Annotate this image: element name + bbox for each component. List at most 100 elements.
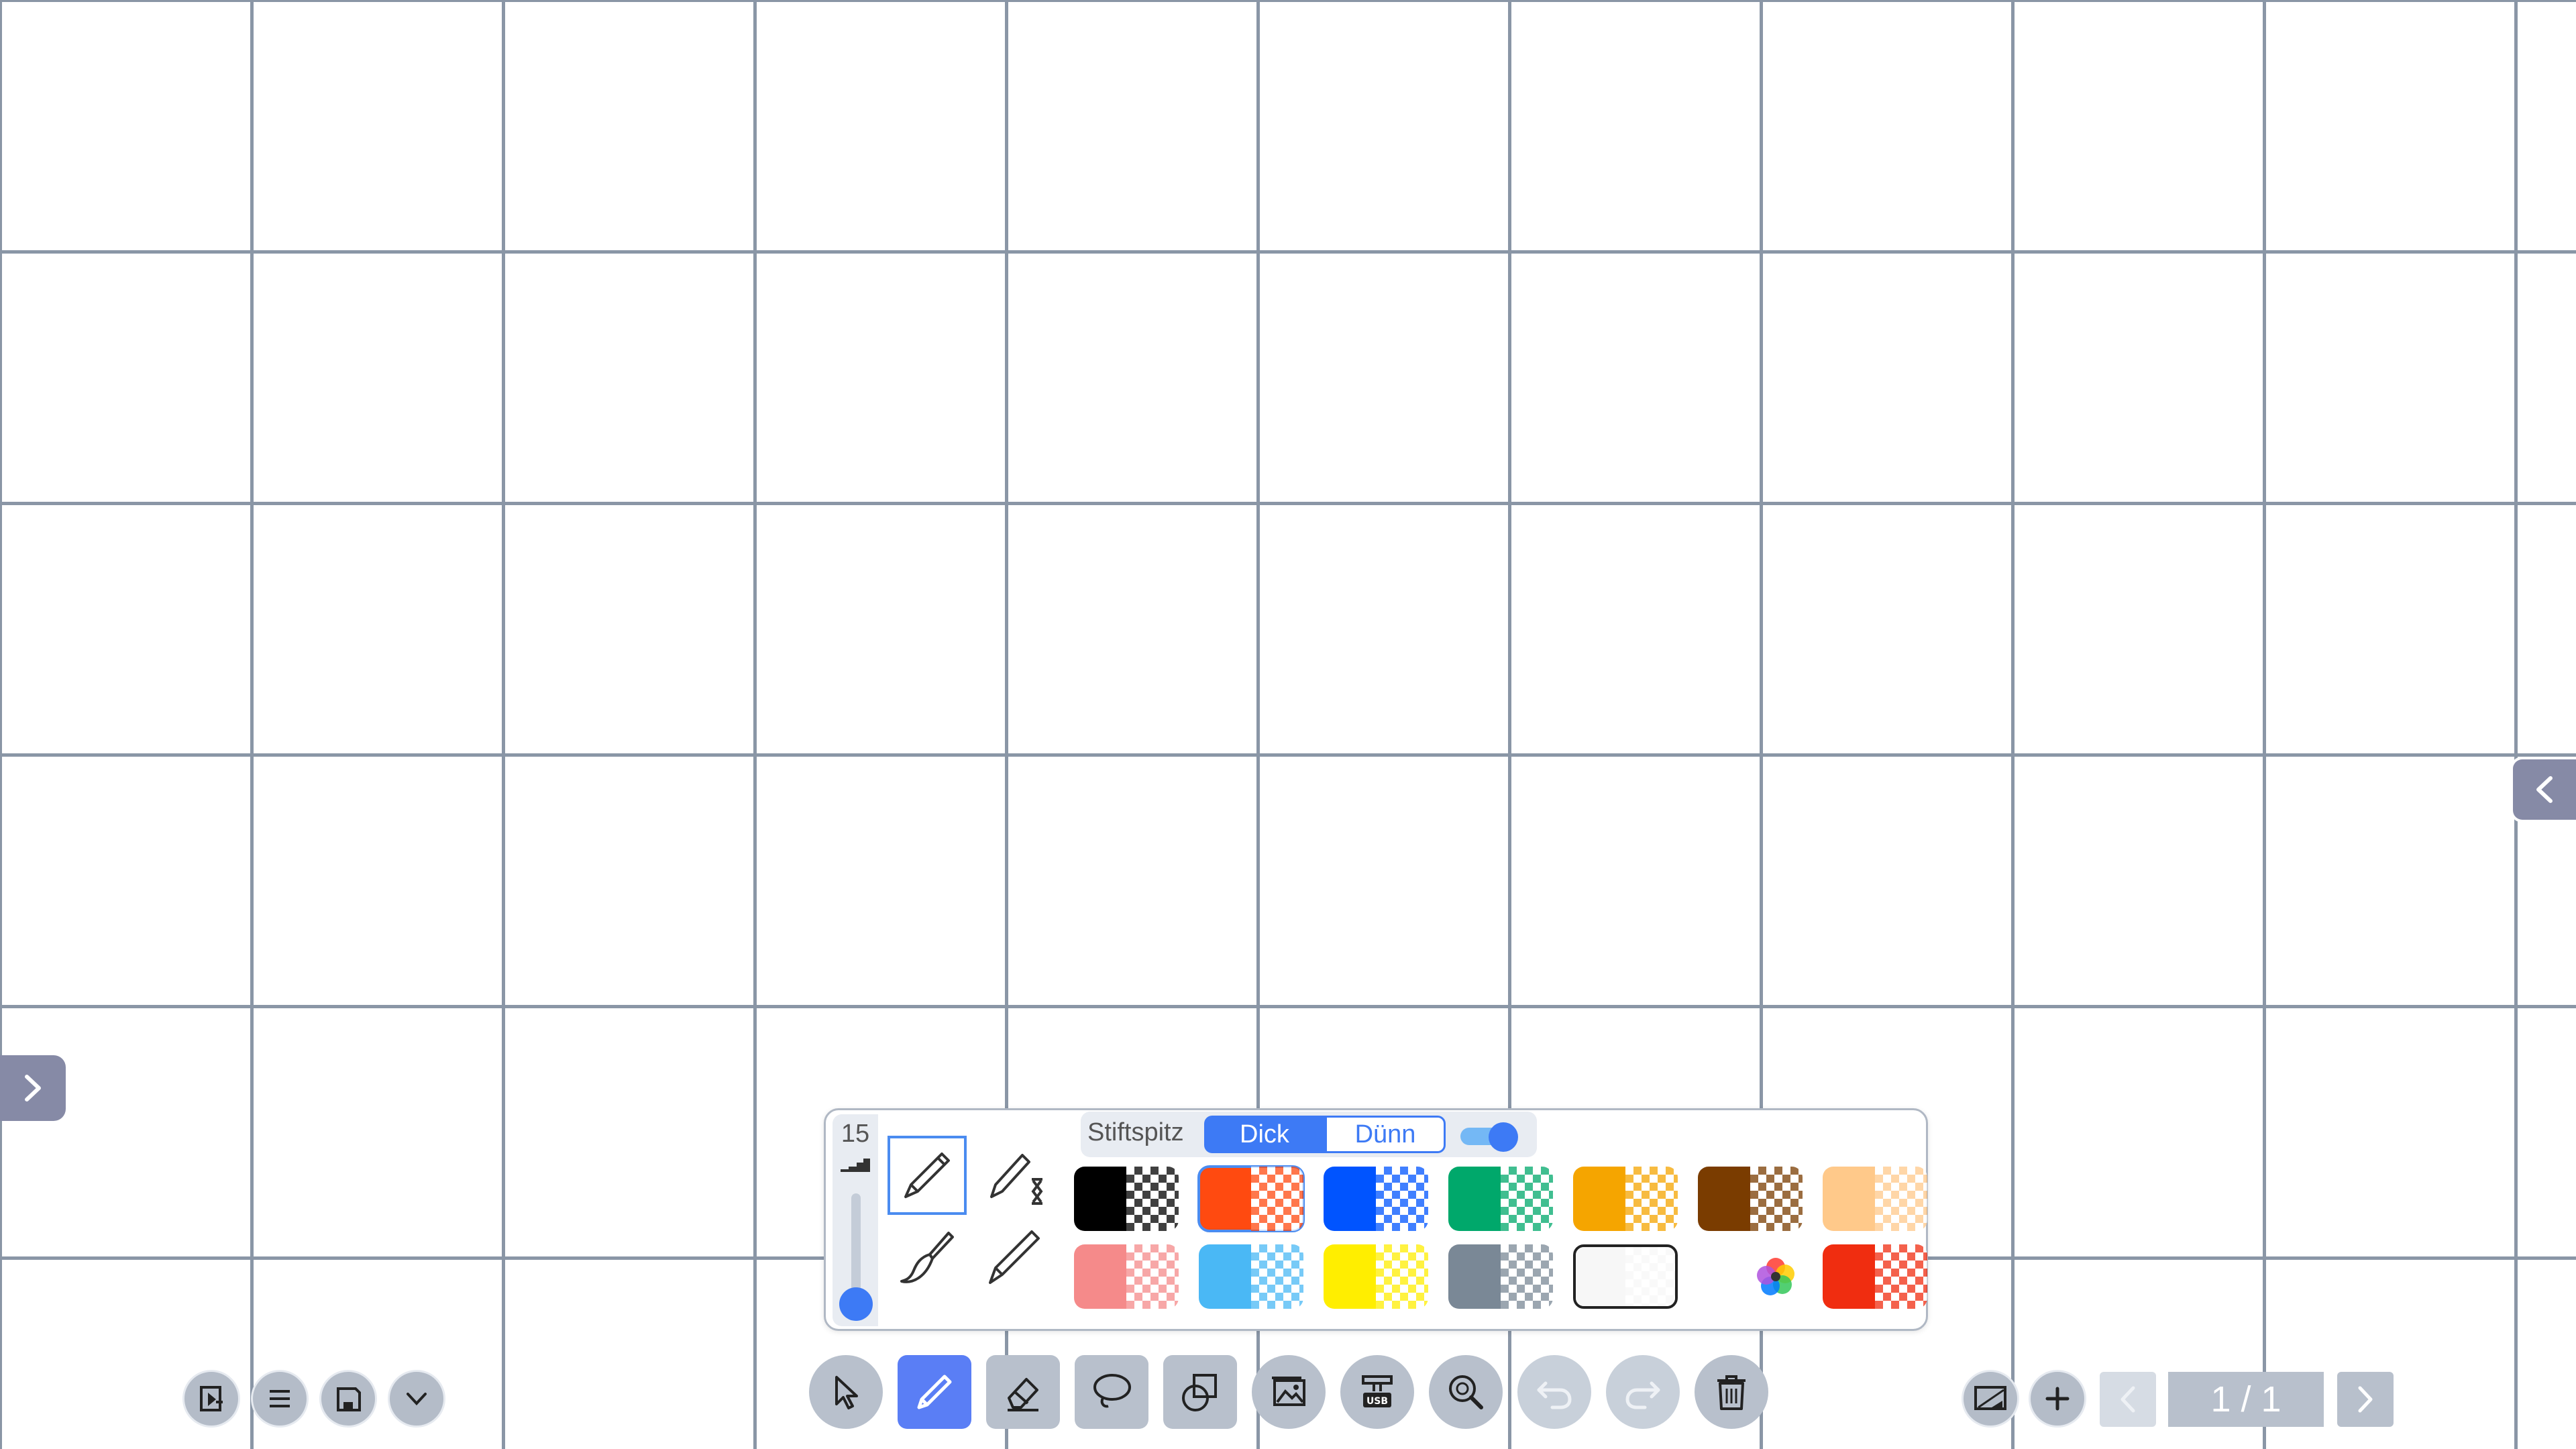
color-swatch[interactable]	[1823, 1167, 1927, 1231]
color-transparent	[1376, 1244, 1428, 1309]
right-drawer-tab[interactable]	[2510, 757, 2576, 822]
exit-button[interactable]	[182, 1370, 240, 1428]
color-solid	[1199, 1167, 1251, 1231]
color-solid	[1324, 1167, 1376, 1231]
image-tool-button[interactable]	[1252, 1355, 1326, 1429]
color-transparent	[1875, 1244, 1927, 1309]
clear-button[interactable]	[1695, 1355, 1768, 1429]
pressure-toggle[interactable]	[1460, 1122, 1518, 1152]
color-transparent	[1126, 1167, 1179, 1231]
color-swatch[interactable]	[1074, 1167, 1179, 1231]
color-transparent	[1126, 1244, 1179, 1309]
color-transparent	[1501, 1167, 1553, 1231]
prev-page-button[interactable]	[2100, 1372, 2156, 1427]
pen-type-calligraphy[interactable]	[975, 1218, 1054, 1297]
calligraphy-pen-icon	[981, 1224, 1048, 1291]
color-swatch[interactable]	[1448, 1244, 1553, 1309]
next-page-button[interactable]	[2337, 1372, 2394, 1427]
color-swatch[interactable]	[1074, 1244, 1179, 1309]
eraser-icon	[1000, 1368, 1046, 1415]
color-swatch[interactable]	[1698, 1167, 1803, 1231]
zoom-tool-button[interactable]	[1429, 1355, 1503, 1429]
pen-type-brush[interactable]	[888, 1218, 967, 1297]
color-swatch[interactable]	[1573, 1244, 1678, 1309]
pen-settings-panel: 15 Stiftspitz Dick Dünn	[824, 1108, 1928, 1331]
color-transparent	[1501, 1244, 1553, 1309]
color-transparent	[1251, 1244, 1303, 1309]
color-solid	[1823, 1244, 1875, 1309]
select-tool-button[interactable]	[809, 1355, 883, 1429]
color-wheel-icon	[1749, 1244, 1803, 1309]
color-solid	[1074, 1167, 1126, 1231]
thickness-slider-handle[interactable]	[839, 1287, 873, 1321]
color-solid	[1823, 1167, 1875, 1231]
color-solid	[1573, 1167, 1625, 1231]
save-icon	[331, 1382, 365, 1415]
image-icon	[1265, 1368, 1312, 1415]
menu-icon	[263, 1382, 297, 1415]
toggle-knob	[1489, 1122, 1518, 1152]
color-solid	[1199, 1244, 1251, 1309]
exit-icon	[195, 1382, 228, 1415]
thickness-steps-icon	[839, 1156, 871, 1173]
trash-icon	[1708, 1368, 1755, 1415]
tip-option-thin[interactable]: Dünn	[1325, 1116, 1446, 1153]
color-swatch[interactable]	[1823, 1244, 1927, 1309]
brush-icon	[894, 1224, 961, 1291]
chevron-right-icon	[16, 1071, 50, 1105]
color-transparent	[1251, 1167, 1303, 1231]
color-swatch[interactable]	[1199, 1244, 1303, 1309]
page-indicator: 1 / 1	[2168, 1372, 2324, 1427]
color-solid	[1448, 1167, 1501, 1231]
next-page-icon	[2352, 1383, 2379, 1416]
add-page-icon	[2041, 1382, 2074, 1415]
color-transparent	[1625, 1247, 1675, 1306]
shape-icon	[1177, 1368, 1224, 1415]
more-button[interactable]	[388, 1370, 445, 1428]
redo-button[interactable]	[1606, 1355, 1680, 1429]
color-swatch[interactable]	[1324, 1244, 1428, 1309]
left-drawer-tab[interactable]	[0, 1055, 66, 1121]
screen-icon	[1972, 1382, 2009, 1415]
pen-type-pen[interactable]	[888, 1136, 967, 1215]
undo-button[interactable]	[1517, 1355, 1591, 1429]
usb-tool-button[interactable]: USB	[1340, 1355, 1414, 1429]
tip-option-thick[interactable]: Dick	[1204, 1116, 1325, 1153]
color-solid	[1448, 1244, 1501, 1309]
color-transparent	[1625, 1167, 1678, 1231]
color-transparent	[1875, 1167, 1927, 1231]
lasso-tool-button[interactable]	[1075, 1355, 1148, 1429]
menu-button[interactable]	[251, 1370, 309, 1428]
color-swatch[interactable]	[1448, 1167, 1553, 1231]
thickness-control: 15	[833, 1114, 878, 1326]
eraser-tool-button[interactable]	[986, 1355, 1060, 1429]
redo-icon	[1619, 1368, 1666, 1415]
pen-icon	[894, 1142, 961, 1209]
pen-tip-bar: Stiftspitz Dick Dünn	[1081, 1112, 1537, 1157]
thickness-value: 15	[841, 1120, 870, 1148]
select-icon	[824, 1371, 867, 1413]
pen-hourglass-icon	[981, 1142, 1048, 1209]
shape-tool-button[interactable]	[1163, 1355, 1237, 1429]
chevron-down-icon	[400, 1382, 433, 1415]
svg-text:USB: USB	[1366, 1396, 1388, 1407]
color-solid	[1324, 1244, 1376, 1309]
color-swatch[interactable]	[1573, 1167, 1678, 1231]
pen-type-timed[interactable]	[975, 1136, 1054, 1215]
lasso-icon	[1088, 1368, 1135, 1415]
color-swatch[interactable]	[1197, 1165, 1305, 1232]
chevron-left-icon	[2528, 773, 2561, 806]
undo-icon	[1531, 1368, 1578, 1415]
usb-icon: USB	[1354, 1368, 1401, 1415]
prev-page-icon	[2114, 1383, 2141, 1416]
add-page-button[interactable]	[2029, 1370, 2086, 1428]
screen-button[interactable]	[1962, 1370, 2019, 1428]
color-swatch[interactable]	[1324, 1167, 1428, 1231]
pen-tip-label: Stiftspitz	[1087, 1118, 1184, 1146]
pen-icon	[911, 1368, 958, 1415]
pen-tool-button[interactable]	[898, 1355, 971, 1429]
color-solid	[1074, 1244, 1126, 1309]
custom-color-button[interactable]	[1749, 1244, 1803, 1309]
color-solid	[1576, 1247, 1625, 1306]
save-button[interactable]	[319, 1370, 377, 1428]
